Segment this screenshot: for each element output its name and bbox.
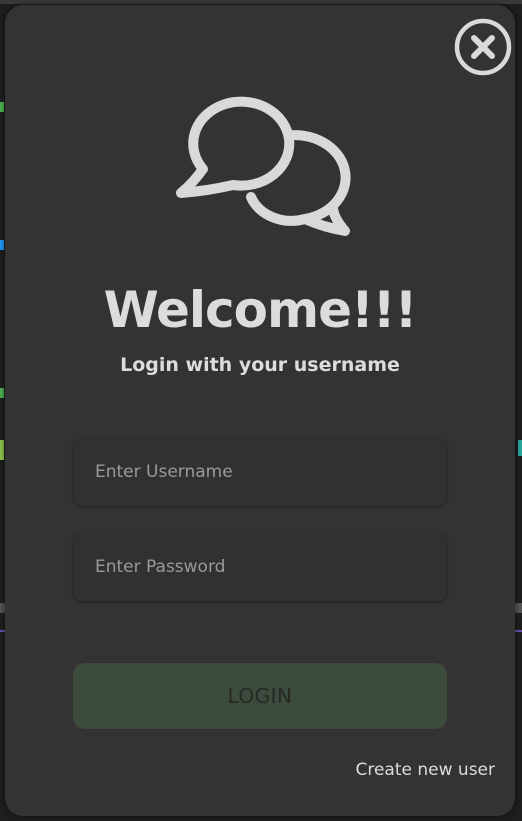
background-toolbar <box>0 0 522 4</box>
chat-bubbles-icon <box>173 91 359 241</box>
create-new-user-link[interactable]: Create new user <box>355 760 495 780</box>
close-button[interactable] <box>454 18 512 76</box>
background-marker <box>0 440 4 460</box>
background-marker <box>0 388 4 398</box>
background-marker <box>0 240 4 250</box>
background-marker <box>0 102 4 112</box>
background-marker <box>518 440 522 456</box>
close-icon[interactable] <box>454 18 512 76</box>
page-title: Welcome!!! <box>103 281 418 339</box>
username-input[interactable] <box>73 438 447 506</box>
login-modal: Welcome!!! Login with your username LOGI… <box>5 5 515 816</box>
password-input[interactable] <box>73 533 447 601</box>
page-subtitle: Login with your username <box>120 354 400 376</box>
login-button[interactable]: LOGIN <box>73 663 447 729</box>
